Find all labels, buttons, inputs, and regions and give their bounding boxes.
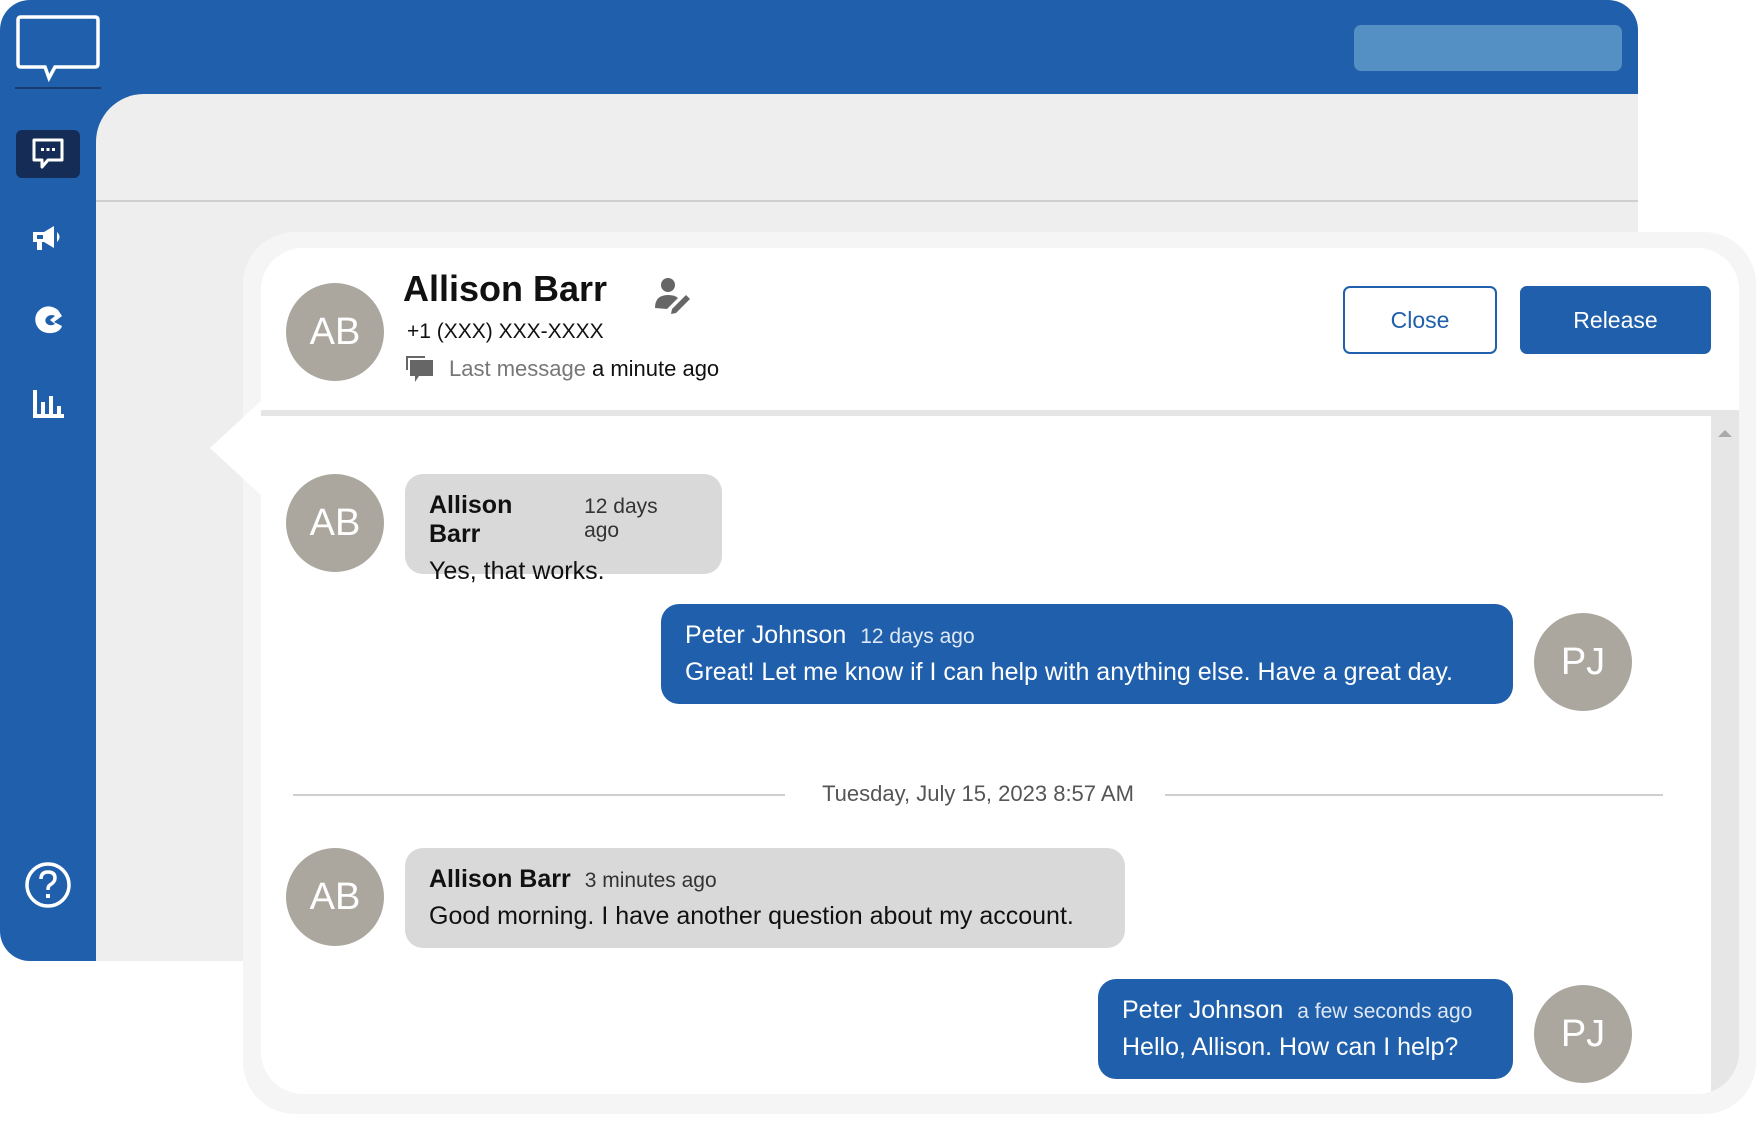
message-bubble: Allison Barr 12 days ago Yes, that works. xyxy=(405,474,722,585)
conversation-card: AB Allison Barr +1 (XXX) XXX-XXXX Last m… xyxy=(261,248,1739,1094)
last-message-info: Last message a minute ago xyxy=(405,354,719,384)
avatar: PJ xyxy=(1534,985,1632,1083)
contact-phone: +1 (XXX) XXX-XXXX xyxy=(407,320,604,343)
avatar: AB xyxy=(286,848,384,946)
avatar: PJ xyxy=(1534,613,1632,711)
nav-reports[interactable] xyxy=(16,380,80,428)
scroll-up-arrow-icon[interactable] xyxy=(1718,430,1732,437)
message-sender: Allison Barr xyxy=(429,491,513,548)
contact-avatar: AB xyxy=(286,283,384,381)
edit-contact-icon[interactable] xyxy=(653,274,693,314)
message-bubble: Allison Barr 3 minutes ago Good morning. … xyxy=(405,848,1125,948)
messages-icon xyxy=(406,356,433,382)
message-thread: AB Allison Barr 12 days ago Yes, that wor… xyxy=(261,416,1711,1094)
message-text: Hello, Allison. How can I help? xyxy=(1122,1033,1459,1061)
close-button[interactable]: Close xyxy=(1343,286,1497,354)
card-pointer xyxy=(210,400,262,496)
main-divider xyxy=(96,200,1638,202)
nav-campaigns[interactable] xyxy=(16,214,80,262)
conversation-header: AB Allison Barr +1 (XXX) XXX-XXXX Last m… xyxy=(261,248,1739,410)
contact-name: Allison Barr xyxy=(403,268,608,309)
megaphone-icon xyxy=(33,226,60,250)
bar-chart-icon xyxy=(33,390,64,418)
thread-scrollbar[interactable] xyxy=(1711,416,1739,1094)
nav-conversations[interactable] xyxy=(16,130,80,178)
top-search-field[interactable] xyxy=(1354,25,1622,71)
help-circle-icon[interactable] xyxy=(23,860,73,910)
message-sender: Allison Barr xyxy=(429,865,571,893)
message-text: Good morning. I have another question ab… xyxy=(429,902,1074,930)
chat-dots-icon xyxy=(32,138,64,169)
last-message-label: Last message xyxy=(449,356,586,381)
nav-contacts[interactable] xyxy=(16,296,80,344)
message-bubble: Peter Johnson a few seconds ago Hello, Al… xyxy=(1098,979,1513,1079)
message-time: 12 days ago xyxy=(860,625,975,648)
message-text: Great! Let me know if I can help with an… xyxy=(685,658,1454,686)
message-time: 3 minutes ago xyxy=(584,869,717,892)
message-time: 12 days ago xyxy=(584,495,658,542)
message-sender: Peter Johnson xyxy=(1122,996,1284,1024)
message-text: Yes, that works. xyxy=(429,557,605,585)
date-separator: Tuesday, July 15, 2023 8:57 AM xyxy=(293,779,1663,809)
sidebar-divider xyxy=(15,87,101,89)
avatar: AB xyxy=(286,474,384,572)
date-line-right xyxy=(1165,794,1663,796)
message-bubble: Peter Johnson 12 days ago Great! Let me k… xyxy=(661,604,1513,704)
release-button[interactable]: Release xyxy=(1520,286,1711,354)
chat-bubble-logo-icon xyxy=(16,15,100,82)
brand-c-icon xyxy=(35,306,62,334)
message-time: a few seconds ago xyxy=(1297,1000,1473,1023)
message-sender: Peter Johnson xyxy=(685,621,847,649)
last-message-value: a minute ago xyxy=(591,356,720,381)
